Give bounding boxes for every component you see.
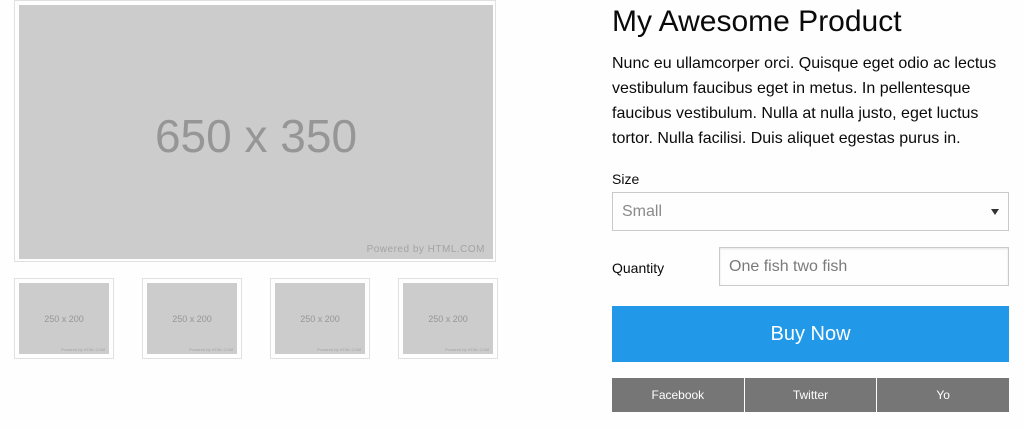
thumbnail-dimensions: 250 x 200 <box>44 314 84 324</box>
thumbnail-placeholder: 250 x 200 Powered by HTML.COM <box>403 283 493 354</box>
thumbnail-watermark: Powered by HTML.COM <box>61 347 105 352</box>
size-selected-value: Small <box>622 203 663 220</box>
share-twitter-button[interactable]: Twitter <box>743 378 877 412</box>
size-label: Size <box>612 171 640 187</box>
share-button-group: Facebook Twitter Yo <box>612 378 1010 412</box>
main-image-placeholder: 650 x 350 Powered by HTML.COM <box>19 5 493 259</box>
quantity-label: Quantity <box>612 260 665 276</box>
product-description: Nunc eu ullamcorper orci. Quisque eget o… <box>612 55 997 147</box>
thumbnail-1[interactable]: 250 x 200 Powered by HTML.COM <box>14 278 114 359</box>
thumbnail-4[interactable]: 250 x 200 Powered by HTML.COM <box>398 278 498 359</box>
thumbnail-dimensions: 250 x 200 <box>172 314 212 324</box>
main-image-dimensions: 650 x 350 <box>154 110 358 162</box>
chevron-down-icon <box>991 209 999 215</box>
product-title: My Awesome Product <box>612 5 902 38</box>
thumbnail-3[interactable]: 250 x 200 Powered by HTML.COM <box>270 278 370 359</box>
buy-now-button[interactable]: Buy Now <box>612 306 1009 362</box>
thumbnail-2[interactable]: 250 x 200 Powered by HTML.COM <box>142 278 242 359</box>
thumbnail-watermark: Powered by HTML.COM <box>189 347 233 352</box>
quantity-input[interactable] <box>719 247 1009 286</box>
thumbnail-placeholder: 250 x 200 Powered by HTML.COM <box>19 283 109 354</box>
product-page: 650 x 350 Powered by HTML.COM 250 x 200 … <box>0 0 1024 428</box>
thumbnail-dimensions: 250 x 200 <box>300 314 340 324</box>
share-yo-button[interactable]: Yo <box>876 378 1010 412</box>
main-image-watermark: Powered by HTML.COM <box>366 244 485 255</box>
thumbnail-placeholder: 250 x 200 Powered by HTML.COM <box>147 283 237 354</box>
size-select[interactable]: Small <box>612 192 1009 231</box>
share-facebook-button[interactable]: Facebook <box>612 378 744 412</box>
thumbnail-watermark: Powered by HTML.COM <box>317 347 361 352</box>
thumbnail-watermark: Powered by HTML.COM <box>445 347 489 352</box>
thumbnail-dimensions: 250 x 200 <box>428 314 468 324</box>
main-product-image[interactable]: 650 x 350 Powered by HTML.COM <box>14 0 496 262</box>
thumbnail-placeholder: 250 x 200 Powered by HTML.COM <box>275 283 365 354</box>
